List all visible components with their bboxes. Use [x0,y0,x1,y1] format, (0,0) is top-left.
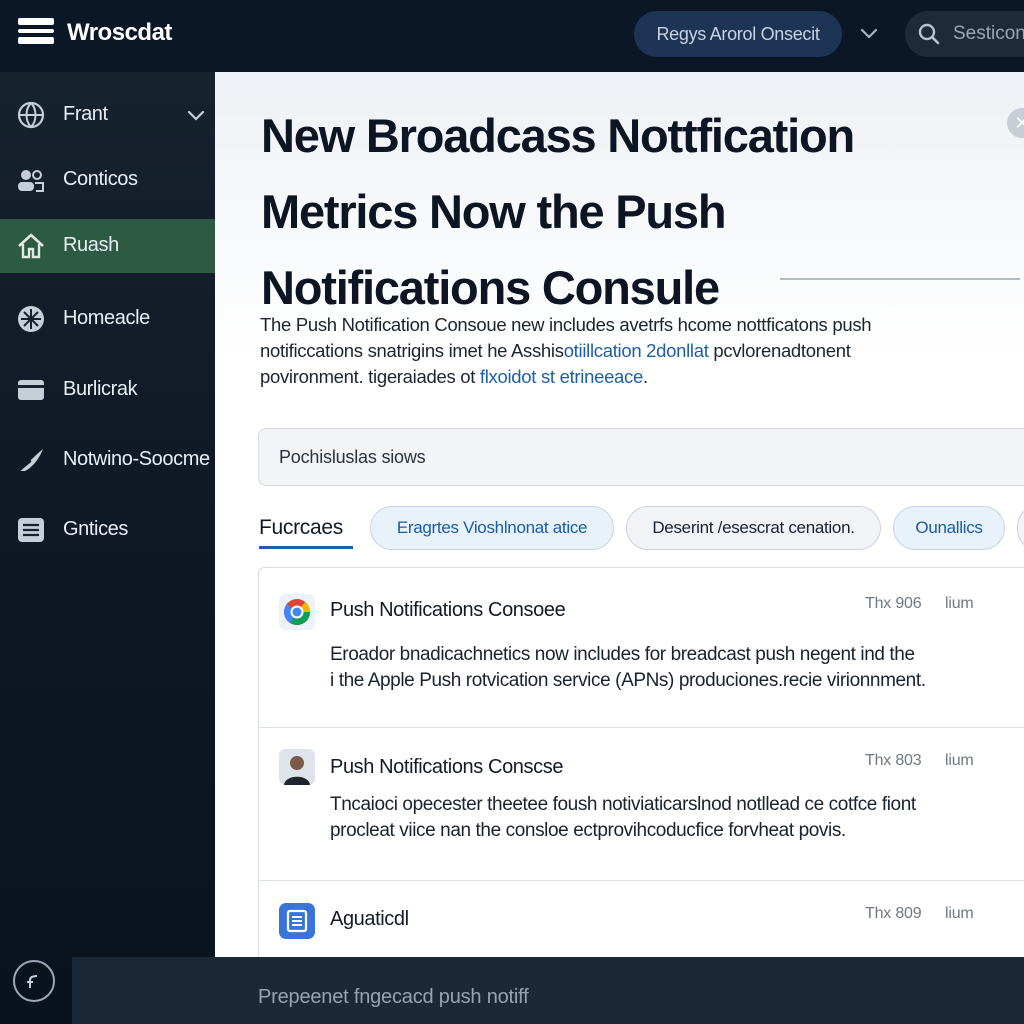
intro-text: . [643,366,648,387]
filter-chip[interactable]: Ounallics [893,506,1005,550]
filter-chip[interactable]: Eragrtes Vioshlnonat atice [370,506,614,550]
sidebar-item-label: Frant [63,103,108,125]
dashboard-icon [16,305,46,333]
intro-link[interactable]: otiillcation 2donllat [564,340,709,361]
notification-title: Push Notifications Conscse [330,756,564,778]
region-selector[interactable]: Regys Arorol Onsecit [634,11,842,57]
filter-input[interactable]: Pochisluslas siows [258,428,1024,486]
body-line: procleat viice nan the consloe ectprovih… [330,820,846,841]
notification-unit: lium [945,595,974,612]
intro-text: pcvlorenadtonent [708,340,851,361]
composer-input[interactable]: Prepeenet fngecacd push notiff [72,957,1024,1024]
intro-line: povironment. tigeraiades ot flxoidot st … [260,364,960,390]
notification-title: Push Notifications Consoee [330,599,566,621]
sidebar-item-conticos[interactable]: Conticos [0,153,215,207]
chrome-logo-icon [279,594,315,630]
filter-chip[interactable]: Deserint /esescrat cenation. [626,506,881,550]
chevron-down-icon[interactable] [858,22,880,44]
globe-icon [16,101,46,129]
notification-unit: lium [945,752,974,769]
sidebar-item-label: Gntices [63,518,129,540]
sidebar-item-label: Notwino-Soocme [63,448,210,470]
body-line: i the Apple Push rotvication service (AP… [330,670,926,691]
contacts-icon [16,166,46,194]
divider [780,278,1020,280]
headline-line: New Broadcass Nottfication [261,109,855,162]
sidebar-item-ruash[interactable]: Ruash [0,219,215,273]
docs-icon [279,903,315,939]
list-item[interactable]: Aguaticdl Thx 809 lium [259,881,1024,957]
notification-time: Thx 809 [865,905,922,922]
home-icon [16,232,46,260]
sidebar-item-gntices[interactable]: Gntices [0,503,215,557]
notification-time: Thx 906 [865,595,922,612]
region-label: Regys Arorol Onsecit [656,23,820,44]
intro-text: povironment. tigeraiades ot [260,366,480,387]
page-title: New Broadcass Nottfication Metrics Now t… [261,98,961,326]
tab-active[interactable]: Fucrcaes [259,516,343,540]
intro-paragraph: The Push Notification Consoue new includ… [260,312,960,390]
document-icon [16,516,46,544]
sidebar-item-homeacle[interactable]: Homeacle [0,292,215,346]
notification-unit: lium [945,905,974,922]
app-title: Wroscdat [67,19,172,46]
sidebar-item-label: Burlicrak [63,378,138,400]
filter-placeholder: Pochisluslas siows [279,447,426,467]
notification-body: Tncaioci opecester theetee foush notivia… [330,792,990,844]
notification-feed: Push Notifications Consoee Thx 906 lium … [258,567,1024,957]
intro-line: The Push Notification Consoue new includ… [260,314,872,335]
search-input[interactable]: Sesticon [905,11,1024,57]
notification-body: Eroador bnadicachnetics now includes for… [330,642,990,694]
search-icon [918,23,940,45]
sidebar: Frant Conticos Ruash Homeacle Burlicrak … [0,72,215,1024]
sidebar-item-label: Conticos [63,168,138,190]
filter-chip[interactable] [1017,506,1024,550]
close-icon[interactable]: ✕ [1007,108,1024,138]
card-icon [16,376,46,404]
send-icon [16,446,46,474]
sidebar-item-label: Ruash [63,234,119,256]
composer-placeholder: Prepeenet fngecacd push notiff [258,986,529,1008]
sidebar-item-notwino-soocme[interactable]: Notwino-Soocme [0,433,215,487]
person-avatar-icon [279,749,315,785]
intro-text: notificcations snatrigins imet he Asshis [260,340,564,361]
top-bar: Wroscdat Regys Arorol Onsecit Sesticon [0,0,1024,72]
sidebar-item-burlicrak[interactable]: Burlicrak [0,363,215,417]
notification-time: Thx 803 [865,752,922,769]
hamburger-menu-icon[interactable] [18,18,54,50]
headline-line: Metrics Now the Push [261,185,727,238]
body-line: Tncaioci opecester theetee foush notivia… [330,794,916,815]
list-item[interactable]: Push Notifications Consoee Thx 906 lium … [259,568,1024,728]
intro-link[interactable]: flxoidot st etrineeace [480,366,643,387]
main-panel: ✕ New Broadcass Nottfication Metrics Now… [215,72,1024,957]
tab-underline [259,546,353,549]
search-placeholder: Sesticon [953,23,1024,44]
intro-line: notificcations snatrigins imet he Asshis… [260,338,960,364]
help-icon[interactable] [13,960,55,1002]
notification-title: Aguaticdl [330,908,409,930]
sidebar-item-frant[interactable]: Frant [0,88,215,142]
list-item[interactable]: Push Notifications Conscse Thx 803 lium … [259,728,1024,881]
body-line: Eroador bnadicachnetics now includes for… [330,644,915,665]
chevron-down-icon[interactable] [186,105,206,125]
sidebar-item-label: Homeacle [63,307,150,329]
